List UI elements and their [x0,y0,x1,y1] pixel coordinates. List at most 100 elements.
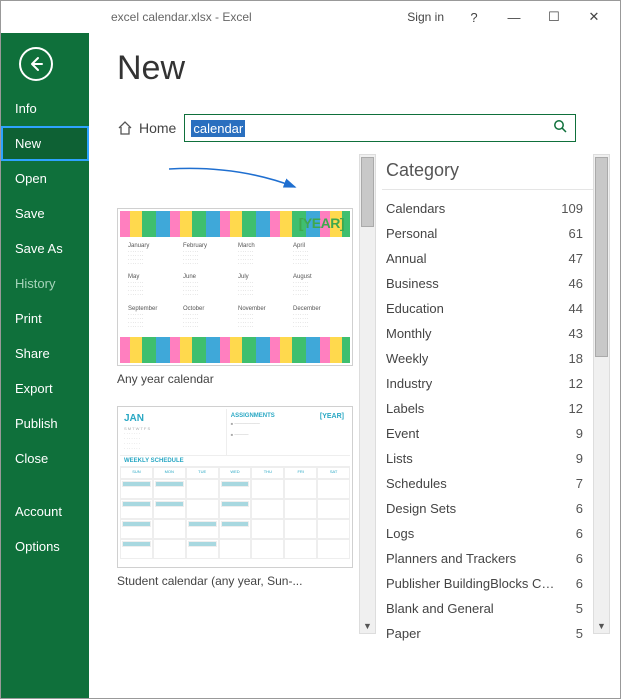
category-name: Education [386,301,444,316]
sidebar-item-open[interactable]: Open [1,161,89,196]
maximize-button[interactable]: ☐ [534,9,574,25]
help-button[interactable]: ? [454,10,494,25]
category-name: Paper [386,626,421,641]
category-item[interactable]: Business46 [382,271,593,296]
category-item[interactable]: Personal 61 [382,221,593,246]
category-name: Business [386,276,439,291]
category-count: 12 [569,376,583,391]
category-name: Schedules [386,476,447,491]
search-input[interactable]: calendar [191,120,245,137]
category-item[interactable]: Blank and General 5 [382,596,593,621]
category-name: Personal [386,226,437,241]
search-box[interactable]: calendar [184,114,576,142]
category-count: 5 [576,601,583,616]
title-bar: excel calendar.xlsx - Excel Sign in ? — … [1,1,620,33]
category-item[interactable]: Weekly 18 [382,346,593,371]
template-label: Student calendar (any year, Sun-... [117,574,353,588]
back-arrow-icon [27,55,45,73]
category-item[interactable]: Annual47 [382,246,593,271]
category-name: Blank and General [386,601,494,616]
template-thumbnail: [YEAR] JAN S M T W T F S· · · · · · ·· ·… [120,409,350,565]
breadcrumb-home-label: Home [139,120,176,136]
category-count: 6 [576,526,583,541]
category-count: 6 [576,501,583,516]
category-count: 12 [569,401,583,416]
category-item[interactable]: Logs 6 [382,521,593,546]
category-count: 6 [576,551,583,566]
category-panel: Category Calendars109Personal61Annual47B… [382,154,593,654]
sidebar-item-close[interactable]: Close [1,441,89,476]
category-count: 5 [576,626,583,641]
template-label: Any year calendar [117,372,353,386]
sidebar-item-export[interactable]: Export [1,371,89,406]
category-item[interactable]: Planners and Trackers 6 [382,546,593,571]
content-area: New Home calendar [YEAR] Jan [89,33,620,698]
sidebar-item-history: History [1,266,89,301]
sidebar-item-info[interactable]: Info [1,91,89,126]
breadcrumb-home[interactable]: Home [117,120,176,136]
category-name: Event [386,426,419,441]
sidebar-item-new[interactable]: New [1,126,89,161]
category-name: Logs [386,526,414,541]
category-count: 61 [569,226,583,241]
category-name: Industry [386,376,432,391]
home-icon [117,120,133,136]
category-item[interactable]: Monthly 43 [382,321,593,346]
category-name: Weekly [386,351,428,366]
search-icon [553,119,567,133]
category-count: 9 [576,426,583,441]
category-name: Calendars [386,201,445,216]
sidebar-item-options[interactable]: Options [1,529,89,564]
category-count: 7 [576,476,583,491]
category-name: Labels [386,401,424,416]
sign-in-link[interactable]: Sign in [407,10,444,24]
category-name: Monthly [386,326,432,341]
category-name: Planners and Trackers [386,551,516,566]
sidebar-item-save-as[interactable]: Save As [1,231,89,266]
sidebar-item-share[interactable]: Share [1,336,89,371]
year-placeholder: [YEAR] [299,215,344,231]
back-button[interactable] [19,47,53,81]
category-item[interactable]: Calendars 109 [382,196,593,221]
search-button[interactable] [551,119,569,137]
category-item[interactable]: Publisher BuildingBlocks Ca... 6 [382,571,593,596]
category-item[interactable]: Lists 9 [382,446,593,471]
close-button[interactable]: ✕ [574,9,614,25]
scroll-thumb[interactable] [361,157,374,227]
window-title: excel calendar.xlsx - Excel [111,10,252,24]
sidebar-item-save[interactable]: Save [1,196,89,231]
category-title: Category [382,154,593,190]
sidebar-item-account[interactable]: Account [1,494,89,529]
category-count: 44 [569,301,583,316]
category-name: Design Sets [386,501,456,516]
page-title: New [117,49,610,88]
category-count: 18 [569,351,583,366]
category-item[interactable]: Event 9 [382,421,593,446]
backstage-sidebar: Info New Open Save Save As History Print… [1,33,89,698]
category-item[interactable]: Schedules 7 [382,471,593,496]
minimize-button[interactable]: — [494,10,534,25]
scroll-down-icon[interactable]: ▼ [360,619,375,633]
category-name: Lists [386,451,413,466]
category-name: Annual [386,251,426,266]
sidebar-item-print[interactable]: Print [1,301,89,336]
template-any-year-calendar[interactable]: [YEAR] January··························… [117,208,353,366]
category-scrollbar[interactable]: ▲ ▼ [593,154,610,634]
templates-scrollbar[interactable]: ▲ ▼ [359,154,376,634]
category-item[interactable]: Education 44 [382,296,593,321]
category-item[interactable]: Industry 12 [382,371,593,396]
category-item[interactable]: Paper 5 [382,621,593,646]
category-count: 109 [561,201,583,216]
template-student-calendar[interactable]: [YEAR] JAN S M T W T F S· · · · · · ·· ·… [117,406,353,568]
sidebar-item-publish[interactable]: Publish [1,406,89,441]
category-name: Publisher BuildingBlocks Ca... [386,576,556,591]
category-item[interactable]: Design Sets 6 [382,496,593,521]
templates-pane: [YEAR] January··························… [117,154,353,654]
template-thumbnail: [YEAR] January··························… [120,211,350,363]
category-item[interactable]: Labels 12 [382,396,593,421]
category-count: 6 [576,576,583,591]
scroll-down-icon[interactable]: ▼ [594,619,609,633]
category-count: 43 [569,326,583,341]
scroll-thumb[interactable] [595,157,608,357]
category-count: 9 [576,451,583,466]
